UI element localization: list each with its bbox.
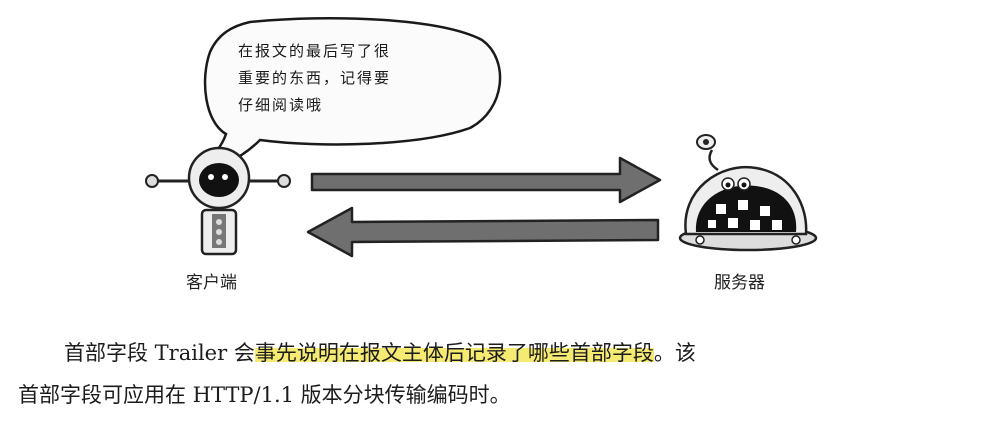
paragraph-text-after: 。该: [653, 341, 696, 365]
robot-icon: [145, 146, 291, 256]
speech-line-2: 重要的东西，记得要: [238, 69, 392, 87]
client-label: 客户端: [186, 273, 237, 293]
paragraph-line-2: 首部字段可应用在 HTTP/1.1 版本分块传输编码时。: [18, 383, 511, 407]
paragraph-line-1: 首部字段 Trailer 会事先说明在报文主体后记录了哪些首部字段。该: [18, 332, 968, 374]
speech-bubble-text: 在报文的最后写了很 重要的东西，记得要 仔细阅读哦: [238, 38, 458, 119]
speech-line-3: 仔细阅读哦: [238, 96, 324, 114]
dome-robot-icon: [678, 134, 818, 252]
illustration: 在报文的最后写了很 重要的东西，记得要 仔细阅读哦 客户端 服务器: [0, 0, 982, 310]
speech-line-1: 在报文的最后写了很: [238, 42, 392, 60]
server-label: 服务器: [714, 273, 765, 293]
response-arrow: [306, 206, 660, 258]
paragraph-text-before: 首部字段 Trailer 会: [64, 341, 255, 365]
illustration-canvas: [145, 16, 818, 258]
request-arrow: [310, 156, 662, 204]
body-paragraph: 首部字段 Trailer 会事先说明在报文主体后记录了哪些首部字段。该 首部字段…: [18, 332, 968, 416]
highlighted-text: 事先说明在报文主体后记录了哪些首部字段: [254, 341, 654, 365]
